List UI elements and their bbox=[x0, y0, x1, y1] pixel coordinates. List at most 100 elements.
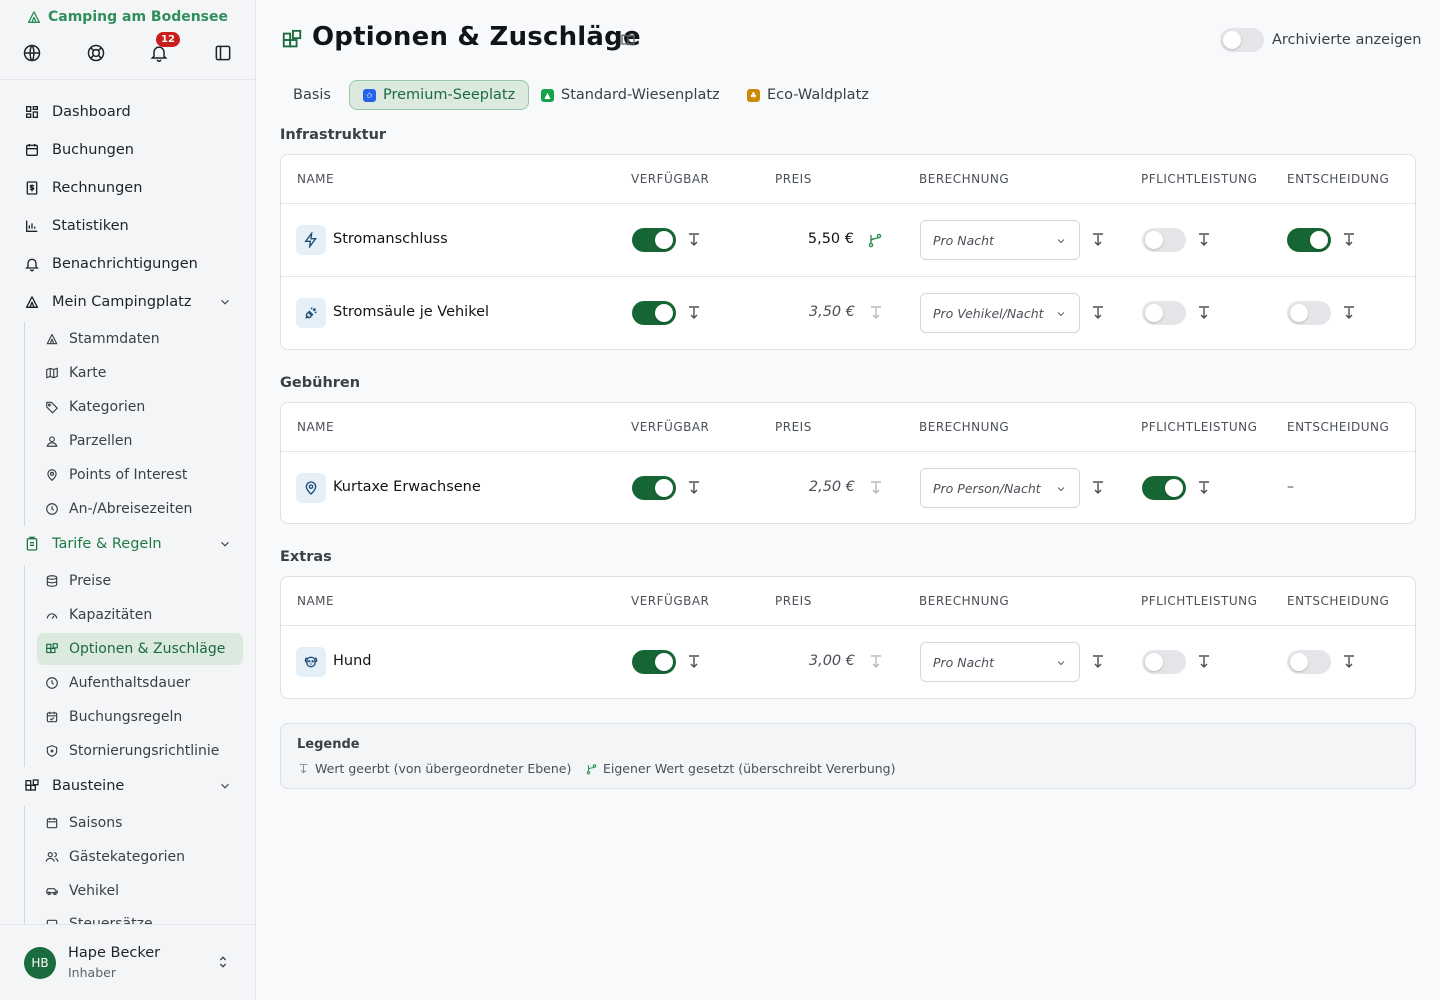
sub-steuersaetze[interactable]: Steuersätze bbox=[37, 910, 243, 924]
table-extras: NAME VERFÜGBAR PREIS BERECHNUNG PFLICHTL… bbox=[280, 576, 1416, 699]
sub-gaestekategorien[interactable]: Gästekategorien bbox=[37, 841, 243, 873]
calc-select[interactable]: Pro Nacht bbox=[920, 642, 1080, 682]
available-toggle[interactable] bbox=[632, 301, 676, 325]
available-toggle[interactable] bbox=[632, 650, 676, 674]
decision-toggle[interactable] bbox=[1287, 301, 1331, 325]
sub-label: Preise bbox=[69, 573, 112, 589]
help-button[interactable] bbox=[83, 40, 109, 66]
book-icon[interactable] bbox=[620, 32, 636, 48]
section-title-gebuehren: Gebühren bbox=[280, 375, 361, 391]
notifications-button[interactable]: 12 bbox=[146, 32, 180, 66]
inherit-icon[interactable] bbox=[869, 305, 883, 321]
decision-toggle[interactable] bbox=[1287, 228, 1331, 252]
inherit-icon[interactable] bbox=[1197, 480, 1211, 496]
sub-saisons[interactable]: Saisons bbox=[37, 807, 243, 839]
coins-icon bbox=[46, 575, 58, 587]
table-row[interactable]: Stromsäule je Vehikel 3,50 € Pro Vehikel… bbox=[281, 277, 1415, 349]
inherit-icon[interactable] bbox=[1342, 654, 1356, 670]
inherit-icon[interactable] bbox=[687, 480, 701, 496]
inherit-icon[interactable] bbox=[1342, 232, 1356, 248]
col-name: NAME bbox=[297, 594, 335, 608]
tab-standard-wiesenplatz[interactable]: ▲ Standard-Wiesenplatz bbox=[528, 80, 733, 110]
inherit-icon[interactable] bbox=[1342, 305, 1356, 321]
price-value[interactable]: 3,00 € bbox=[735, 653, 855, 669]
row-name: Kurtaxe Erwachsene bbox=[333, 479, 481, 495]
sidebar: Camping am Bodensee 12 Dashboard Buchung… bbox=[0, 0, 256, 1000]
nav-buchungen[interactable]: Buchungen bbox=[16, 135, 244, 165]
inherit-icon[interactable] bbox=[1091, 305, 1105, 321]
inherit-icon[interactable] bbox=[687, 232, 701, 248]
sub-optionen-zuschlaege[interactable]: Optionen & Zuschläge bbox=[37, 633, 243, 665]
tab-eco-waldplatz[interactable]: ♣ Eco-Waldplatz bbox=[734, 80, 882, 110]
language-button[interactable] bbox=[19, 40, 45, 66]
nav-dashboard[interactable]: Dashboard bbox=[16, 97, 244, 127]
price-value[interactable]: 5,50 € bbox=[734, 231, 854, 247]
inherit-icon[interactable] bbox=[1091, 654, 1105, 670]
mandatory-toggle[interactable] bbox=[1142, 650, 1186, 674]
sub-kapazitaeten[interactable]: Kapazitäten bbox=[37, 599, 243, 631]
available-toggle[interactable] bbox=[632, 476, 676, 500]
mandatory-toggle[interactable] bbox=[1142, 301, 1186, 325]
sub-label: Buchungsregeln bbox=[69, 709, 183, 725]
nav-tarife-regeln[interactable]: Tarife & Regeln bbox=[16, 529, 244, 559]
sub-aufenthaltsdauer[interactable]: Aufenthaltsdauer bbox=[37, 667, 243, 699]
row-icon bbox=[296, 473, 326, 503]
override-icon[interactable] bbox=[868, 232, 882, 248]
sub-preise[interactable]: Preise bbox=[37, 565, 243, 597]
sub-points-of-interest[interactable]: Points of Interest bbox=[37, 459, 243, 491]
nav-statistiken[interactable]: Statistiken bbox=[16, 211, 244, 241]
sub-label: Kategorien bbox=[69, 399, 146, 415]
sub-an-abreisezeiten[interactable]: An-/Abreisezeiten bbox=[37, 493, 243, 525]
nav-benachrichtigungen[interactable]: Benachrichtigungen bbox=[16, 249, 244, 279]
mandatory-toggle[interactable] bbox=[1142, 228, 1186, 252]
inherit-icon[interactable] bbox=[687, 305, 701, 321]
clock-icon bbox=[46, 503, 58, 515]
nav-mein-campingplatz[interactable]: Mein Campingplatz bbox=[16, 287, 244, 317]
inherit-icon[interactable] bbox=[687, 654, 701, 670]
blocks-icon bbox=[46, 643, 58, 654]
legend-title: Legende bbox=[297, 737, 360, 752]
nav-label: Rechnungen bbox=[52, 180, 143, 196]
decision-toggle[interactable] bbox=[1287, 650, 1331, 674]
nav-bausteine[interactable]: Bausteine bbox=[16, 771, 244, 801]
price-value[interactable]: 3,50 € bbox=[735, 304, 855, 320]
tab-premium-seeplatz[interactable]: ✩ Premium-Seeplatz bbox=[349, 80, 530, 110]
tag-icon bbox=[46, 401, 59, 414]
sub-parzellen[interactable]: Parzellen bbox=[37, 425, 243, 457]
col-name: NAME bbox=[297, 420, 335, 434]
mandatory-toggle[interactable] bbox=[1142, 476, 1186, 500]
brand[interactable]: Camping am Bodensee bbox=[26, 9, 228, 25]
sub-buchungsregeln[interactable]: Buchungsregeln bbox=[37, 701, 243, 733]
sub-vehikel[interactable]: Vehikel bbox=[37, 875, 243, 907]
table-row[interactable]: Hund 3,00 € Pro Nacht bbox=[281, 626, 1415, 698]
table-gebuehren: NAME VERFÜGBAR PREIS BERECHNUNG PFLICHTL… bbox=[280, 402, 1416, 524]
calc-select[interactable]: Pro Vehikel/Nacht bbox=[920, 293, 1080, 333]
inherit-icon[interactable] bbox=[1197, 305, 1211, 321]
inherit-icon[interactable] bbox=[1091, 480, 1105, 496]
available-toggle[interactable] bbox=[632, 228, 676, 252]
sub-stammdaten[interactable]: Stammdaten bbox=[37, 323, 243, 355]
sub-stornierungsrichtlinie[interactable]: Stornierungsrichtlinie bbox=[37, 735, 243, 767]
car-icon bbox=[46, 888, 58, 896]
tab-basis[interactable]: Basis bbox=[280, 80, 344, 110]
sidebar-toggle-button[interactable] bbox=[210, 40, 236, 66]
inherit-icon[interactable] bbox=[1091, 232, 1105, 248]
price-value[interactable]: 2,50 € bbox=[735, 479, 855, 495]
inherit-icon[interactable] bbox=[1197, 654, 1211, 670]
brand-name: Camping am Bodensee bbox=[48, 9, 228, 25]
inherit-icon[interactable] bbox=[869, 480, 883, 496]
inherit-icon[interactable] bbox=[1197, 232, 1211, 248]
user-menu[interactable]: HB Hape Becker Inhaber bbox=[0, 924, 256, 1000]
table-row[interactable]: Stromanschluss 5,50 € Pro Nacht bbox=[281, 204, 1415, 277]
archive-toggle[interactable] bbox=[1220, 28, 1264, 52]
sub-karte[interactable]: Karte bbox=[37, 357, 243, 389]
calc-select[interactable]: Pro Nacht bbox=[920, 220, 1080, 260]
inherit-icon[interactable] bbox=[869, 654, 883, 670]
nav-rechnungen[interactable]: Rechnungen bbox=[16, 173, 244, 203]
bell-icon bbox=[25, 258, 39, 272]
calc-select[interactable]: Pro Person/Nacht bbox=[920, 468, 1080, 508]
page-title: Optionen & Zuschläge bbox=[312, 22, 641, 52]
sub-kategorien[interactable]: Kategorien bbox=[37, 391, 243, 423]
col-price: PREIS bbox=[775, 594, 812, 608]
table-row[interactable]: Kurtaxe Erwachsene 2,50 € Pro Person/Nac… bbox=[281, 452, 1415, 523]
